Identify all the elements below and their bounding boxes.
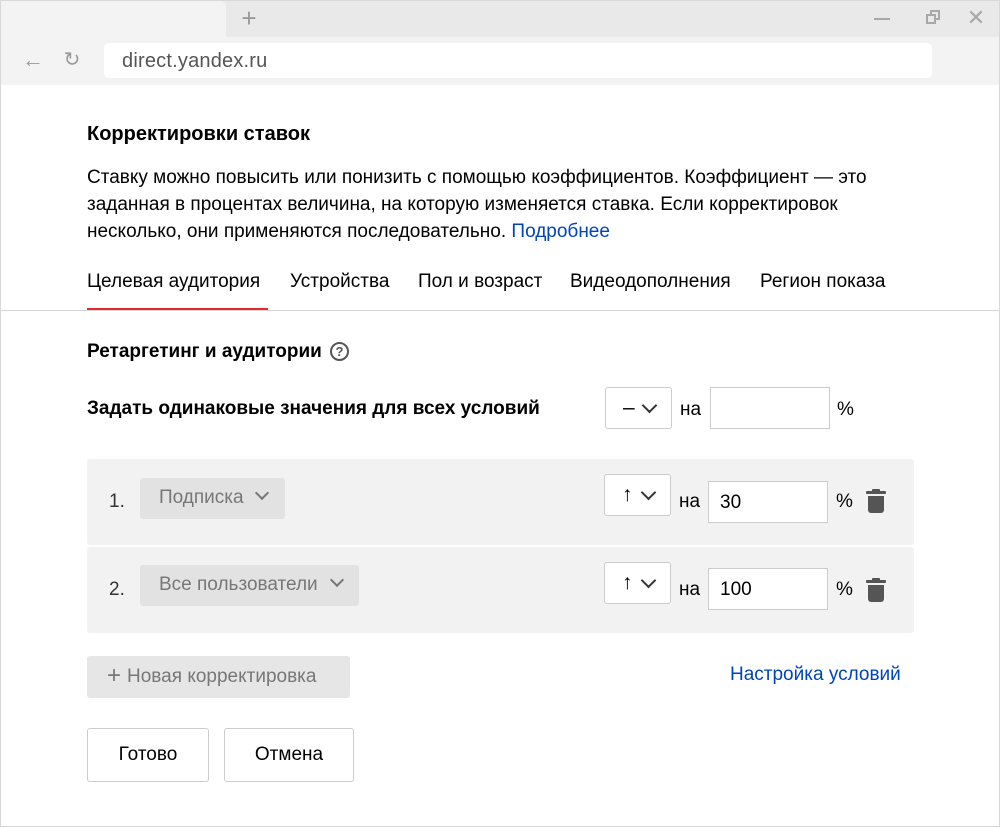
common-values-label: Задать одинаковые значения для всех усло… — [87, 398, 540, 419]
direction-select[interactable]: ↑ — [604, 562, 671, 604]
plus-icon[interactable]: + — [237, 5, 261, 31]
close-icon[interactable]: ✕ — [965, 7, 987, 30]
description-text: Ставку можно повысить или понизить с пом… — [87, 167, 867, 242]
audience-value: Подписка — [159, 487, 244, 508]
browser-toolbar: ← ↻ direct.yandex.ru — [1, 37, 999, 85]
on-label: на — [680, 399, 702, 420]
on-label: на — [679, 491, 701, 512]
percent-input[interactable]: 30 — [708, 481, 828, 523]
url-text: direct.yandex.ru — [122, 50, 268, 72]
new-adjustment-button[interactable]: + Новая корректировка — [87, 656, 350, 698]
done-button[interactable]: Готово — [87, 728, 209, 782]
tab-gender-age[interactable]: Пол и возраст — [418, 271, 542, 311]
trash-icon[interactable] — [866, 489, 886, 513]
direction-value: ↑ — [622, 483, 633, 506]
tab-bar: + ✕ — [1, 1, 999, 37]
dialog-title: Корректировки ставок — [87, 123, 310, 145]
address-bar[interactable]: direct.yandex.ru — [104, 43, 932, 78]
tab-video-extensions[interactable]: Видеодополнения — [570, 271, 731, 311]
common-direction-select[interactable]: – — [605, 387, 672, 429]
common-percent-input[interactable] — [710, 387, 830, 429]
help-icon[interactable]: ? — [330, 342, 349, 361]
page-content: Корректировки ставок Ставку можно повыси… — [1, 85, 999, 826]
dialog-description: Ставку можно повысить или понизить с пом… — [87, 164, 917, 245]
chevron-down-icon — [640, 572, 657, 589]
direction-select[interactable]: ↑ — [604, 474, 671, 516]
reload-icon[interactable]: ↻ — [59, 47, 85, 73]
on-label: на — [679, 579, 701, 600]
direction-value: ↑ — [622, 571, 633, 594]
tab-target-audience[interactable]: Целевая аудитория — [87, 271, 268, 311]
chevron-down-icon — [329, 572, 345, 588]
chevron-down-icon — [640, 484, 657, 501]
audience-value: Все пользователи — [159, 574, 318, 595]
percent-label: % — [837, 399, 854, 420]
percent-label: % — [836, 491, 853, 512]
percent-input[interactable]: 100 — [708, 568, 828, 610]
condition-settings-link[interactable]: Настройка условий — [730, 664, 901, 686]
direction-value: – — [623, 396, 635, 419]
tab-region[interactable]: Регион показа — [760, 271, 886, 311]
chevron-down-icon — [641, 397, 658, 414]
plus-icon: + — [107, 662, 122, 689]
section-title: Ретаргетинг и аудитории — [87, 341, 322, 362]
tab-devices[interactable]: Устройства — [290, 271, 389, 311]
audience-select[interactable]: Все пользователи — [140, 565, 359, 606]
row-number: 1. — [109, 491, 125, 512]
percent-label: % — [836, 579, 853, 600]
chevron-down-icon — [254, 485, 270, 501]
restore-icon[interactable] — [921, 8, 943, 30]
cancel-button[interactable]: Отмена — [224, 728, 354, 782]
tabs-divider — [1, 310, 999, 311]
new-adjustment-label: Новая корректировка — [127, 666, 317, 687]
arrow-left-icon[interactable]: ← — [20, 47, 46, 73]
row-number: 2. — [109, 579, 125, 600]
trash-icon[interactable] — [866, 578, 886, 602]
browser-tab[interactable] — [1, 1, 226, 37]
adjustment-row: 1. Подписка ↑ на 30 % — [87, 459, 914, 545]
more-link[interactable]: Подробнее — [511, 221, 610, 242]
minimize-icon[interactable] — [871, 8, 893, 30]
browser-window: + ✕ ← ↻ direct.yandex.ru Корректировки с… — [0, 0, 1000, 827]
audience-select[interactable]: Подписка — [140, 478, 285, 519]
adjustment-row: 2. Все пользователи ↑ на 100 % — [87, 547, 914, 633]
